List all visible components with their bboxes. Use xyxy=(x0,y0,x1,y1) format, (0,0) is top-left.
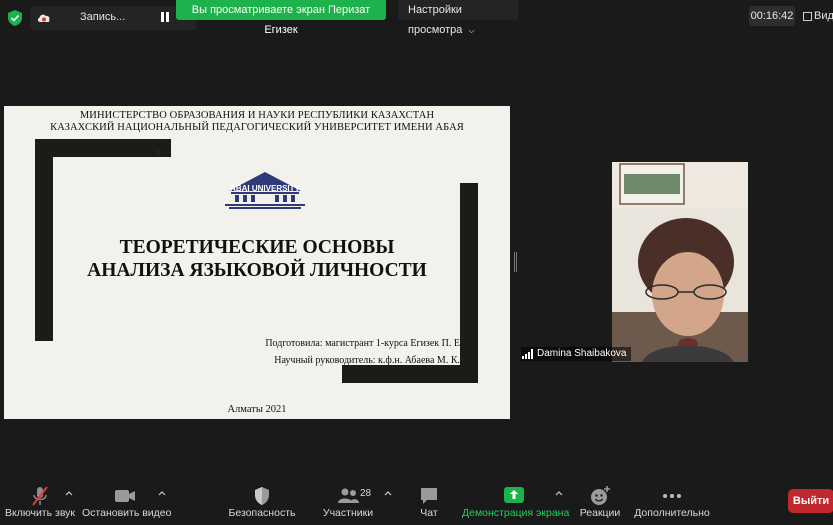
participant-name-tag: Damina Shaibakova xyxy=(521,347,631,361)
reactions-label: Реакции xyxy=(579,507,621,519)
shared-screen-slide: МИНИСТЕРСТВО ОБРАЗОВАНИЯ И НАУКИ РЕСПУБЛ… xyxy=(4,106,510,419)
view-options-dropdown[interactable]: Настройки просмотра ⌵ xyxy=(398,0,518,36)
stop-video-label: Остановить видео xyxy=(82,507,172,519)
supervisor: Научный руководитель: к.ф.н. Абаева М. К… xyxy=(274,355,460,366)
share-screen-icon xyxy=(504,487,524,503)
unmute-button[interactable]: Включить звук xyxy=(0,476,80,519)
share-options-caret-icon[interactable] xyxy=(555,490,563,496)
chat-bubble-icon xyxy=(421,488,437,504)
video-camera-icon xyxy=(115,490,135,502)
view-button[interactable]: Вид xyxy=(803,6,833,26)
slide-title-line-2: АНАЛИЗА ЯЗЫКОВОЙ ЛИЧНОСТИ xyxy=(87,260,427,281)
city-year: Алматы 2021 xyxy=(227,404,287,415)
ministry-line-2: КАЗАХСКИЙ НАЦИОНАЛЬНЫЙ ПЕДАГОГИЧЕСКИЙ УН… xyxy=(50,122,464,133)
reactions-button[interactable]: Реакции xyxy=(578,476,622,519)
prepared-by: Подготовила: магистрант 1-курса Егизек П… xyxy=(265,338,460,349)
ministry-header: МИНИСТЕРСТВО ОБРАЗОВАНИЯ И НАУКИ РЕСПУБЛ… xyxy=(4,110,510,134)
chat-button[interactable]: Чат xyxy=(414,476,444,519)
pause-recording-icon[interactable] xyxy=(160,11,170,23)
video-options-caret-icon[interactable] xyxy=(158,490,166,496)
participants-label: Участники xyxy=(322,507,374,519)
participant-video-tile[interactable] xyxy=(519,162,748,362)
security-label: Безопасность xyxy=(228,507,296,519)
chat-label: Чат xyxy=(420,507,438,519)
viewing-share-banner: Вы просматриваете экран Перизат Егизек xyxy=(176,0,386,36)
view-options-label: Настройки просмотра xyxy=(408,4,463,36)
unmute-label: Включить звук xyxy=(4,507,76,519)
more-label: Дополнительно xyxy=(634,507,710,519)
view-label: Вид xyxy=(814,10,833,22)
reaction-smiley-icon xyxy=(591,486,610,505)
chevron-down-icon: ⌵ xyxy=(468,26,475,35)
participants-options-caret-icon[interactable] xyxy=(384,490,392,496)
security-shield-icon xyxy=(255,487,269,505)
connection-signal-icon xyxy=(522,349,533,359)
mouse-cursor-icon xyxy=(156,148,162,157)
cloud-recording-icon xyxy=(37,14,50,22)
more-options-icon xyxy=(663,494,681,498)
participant-video-frame xyxy=(612,162,748,362)
slide-title-line-1: ТЕОРЕТИЧЕСКИЕ ОСНОВЫ xyxy=(119,237,395,258)
slide-title: ТЕОРЕТИЧЕСКИЕ ОСНОВЫ АНАЛИЗА ЯЗЫКОВОЙ ЛИ… xyxy=(74,236,440,282)
microphone-muted-icon xyxy=(32,486,48,506)
svg-text:ABAI UNIVERSITY: ABAI UNIVERSITY xyxy=(230,184,300,193)
meeting-timer: 00:16:42 xyxy=(749,6,795,26)
share-screen-button[interactable]: Демонстрация экрана xyxy=(462,476,570,519)
meeting-toolbar: Включить звук Остановить видео Безопасно… xyxy=(0,476,833,525)
panel-splitter-handle[interactable] xyxy=(514,252,517,272)
author-block: Подготовила: магистрант 1-курса Егизек П… xyxy=(265,335,460,369)
abai-university-logo: ABAI UNIVERSITY xyxy=(225,172,305,209)
more-button[interactable]: Дополнительно xyxy=(632,476,712,519)
frame-bar-right xyxy=(460,183,478,383)
security-shield-icon[interactable] xyxy=(8,10,22,26)
frame-bar-top-left xyxy=(35,139,171,157)
recording-label: Запись... xyxy=(80,11,126,23)
security-button[interactable]: Безопасность xyxy=(226,476,298,519)
participants-icon xyxy=(338,488,359,503)
participants-count: 28 xyxy=(360,488,372,499)
stop-video-button[interactable]: Остановить видео xyxy=(82,476,172,519)
share-screen-label: Демонстрация экрана xyxy=(462,507,570,519)
leave-meeting-button[interactable]: Выйти xyxy=(788,489,833,513)
grid-icon xyxy=(803,11,812,21)
frame-bar-left xyxy=(35,139,53,341)
audio-options-caret-icon[interactable] xyxy=(65,490,73,496)
ministry-line-1: МИНИСТЕРСТВО ОБРАЗОВАНИЯ И НАУКИ РЕСПУБЛ… xyxy=(79,110,435,121)
